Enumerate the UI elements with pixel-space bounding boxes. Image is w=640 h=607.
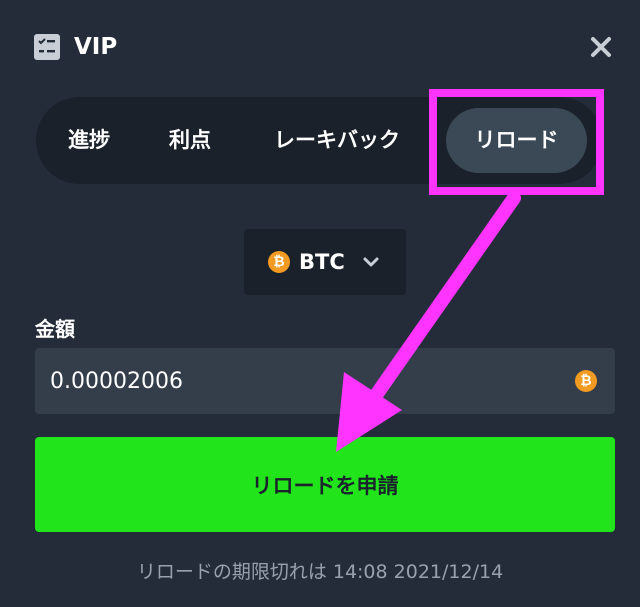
bitcoin-icon: ₿ (575, 370, 597, 392)
bitcoin-icon: ₿ (268, 251, 290, 273)
amount-input[interactable] (35, 348, 615, 414)
expiry-text: リロードの期限切れは 14:08 2021/12/14 (136, 561, 504, 583)
request-reload-button[interactable]: リロードを申請 (35, 437, 615, 532)
modal-header: VIP (34, 32, 117, 62)
close-icon[interactable] (588, 34, 614, 60)
amount-label: 金額 (35, 317, 75, 341)
chevron-down-icon (362, 253, 380, 272)
tab-reload[interactable]: リロード (446, 108, 587, 173)
tab-bar: 進捗 利点 レーキバック リロード (36, 97, 603, 184)
tab-progress[interactable]: 進捗 (68, 97, 110, 184)
currency-label: BTC (299, 250, 345, 274)
checklist-icon (34, 34, 60, 60)
tab-rakeback[interactable]: レーキバック (274, 97, 400, 184)
tab-benefits[interactable]: 利点 (169, 97, 211, 184)
modal-title: VIP (74, 34, 118, 60)
currency-selector[interactable]: ₿ BTC (244, 229, 406, 295)
